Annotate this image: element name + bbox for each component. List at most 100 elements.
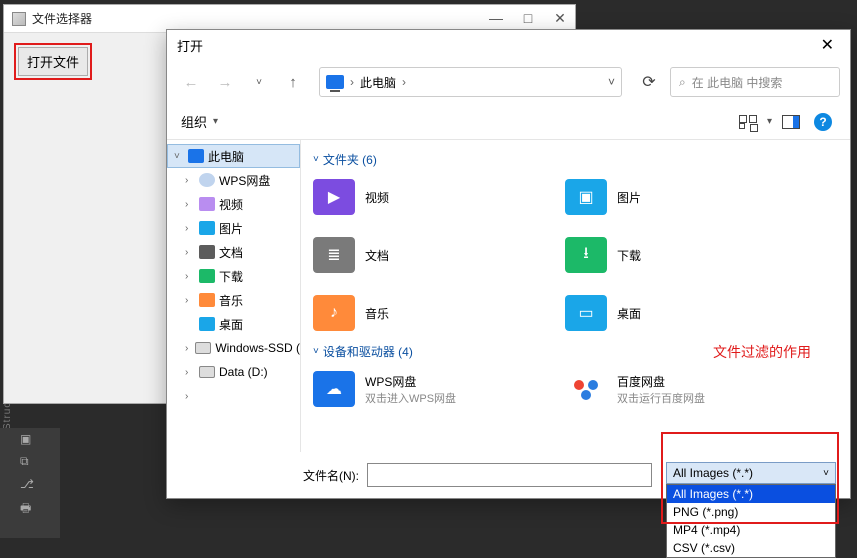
picture-icon: ▣ bbox=[565, 179, 607, 215]
tree-item-data[interactable]: ›Data (D:) bbox=[167, 360, 300, 384]
breadcrumb-sep2: › bbox=[402, 75, 406, 89]
view-mode-button[interactable] bbox=[735, 109, 761, 135]
tree-root-this-pc[interactable]: ˅ 此电脑 bbox=[167, 144, 300, 168]
video-icon: ▶ bbox=[313, 179, 355, 215]
filename-input[interactable] bbox=[367, 463, 652, 487]
tree-item-label: Windows-SSD ( bbox=[215, 341, 300, 355]
desktop-icon bbox=[199, 317, 215, 331]
folder-documents[interactable]: ≣ 文档 bbox=[313, 230, 565, 280]
chevron-right-icon[interactable]: › bbox=[185, 271, 195, 282]
tree-item-label: 文档 bbox=[219, 244, 243, 261]
chevron-right-icon[interactable]: › bbox=[185, 175, 195, 186]
ide-icon-problems[interactable]: ⧉ bbox=[20, 454, 60, 469]
download-icon: ⭳ bbox=[565, 237, 607, 273]
chevron-right-icon[interactable]: › bbox=[185, 367, 195, 378]
refresh-button[interactable]: ⟳ bbox=[634, 67, 664, 97]
chevron-down-icon[interactable]: ˅ bbox=[823, 468, 829, 479]
chevron-right-icon[interactable]: › bbox=[185, 343, 191, 354]
tree-item-label: 视频 bbox=[219, 196, 243, 213]
chevron-down-icon[interactable]: ˅ bbox=[313, 154, 319, 165]
filter-selected[interactable]: All Images (*.*) ˅ bbox=[666, 462, 836, 484]
tree-item-wps[interactable]: ›WPS网盘 bbox=[167, 168, 300, 192]
nav-forward-button[interactable]: → bbox=[211, 68, 239, 96]
minimize-button[interactable]: — bbox=[489, 10, 503, 27]
filter-option[interactable]: CSV (*.csv) bbox=[667, 539, 835, 557]
filter-option[interactable]: MP4 (*.mp4) bbox=[667, 521, 835, 539]
device-baidu[interactable]: 百度网盘双击运行百度网盘 bbox=[565, 364, 817, 414]
nav-recent-dropdown[interactable]: ˅ bbox=[245, 68, 273, 96]
nav-up-button[interactable]: ↑ bbox=[279, 68, 307, 96]
chevron-down-icon[interactable]: ˅ bbox=[313, 346, 319, 357]
nav-back-button[interactable]: ← bbox=[177, 68, 205, 96]
preview-pane-button[interactable] bbox=[778, 109, 804, 135]
section-folders-label: 文件夹 (6) bbox=[323, 151, 377, 168]
dialog-main: ˅ 此电脑 ›WPS网盘 › 视频 ›图片 › 文档 › 下载 › 音乐 桌面 › Win… bbox=[167, 140, 850, 452]
document-icon bbox=[199, 245, 215, 259]
filter-dropdown-list[interactable]: All Images (*.*) PNG (*.png) MP4 (*.mp4)… bbox=[666, 484, 836, 558]
pc-icon bbox=[326, 75, 344, 89]
device-label: 百度网盘 bbox=[617, 373, 705, 390]
file-open-dialog: 打开 ✕ ← → ˅ ↑ › 此电脑 › ˅ ⟳ ⌕ 在 此电脑 中搜索 组织 … bbox=[166, 29, 851, 499]
wps-cloud-icon: ☁ bbox=[313, 371, 355, 407]
tree-item-ssd[interactable]: › Windows-SSD ( bbox=[167, 336, 300, 360]
tree-item-pictures[interactable]: ›图片 bbox=[167, 216, 300, 240]
device-sublabel: 双击运行百度网盘 bbox=[617, 390, 705, 406]
folder-pictures[interactable]: ▣图片 bbox=[565, 172, 817, 222]
file-type-filter[interactable]: All Images (*.*) ˅ All Images (*.*) PNG … bbox=[666, 462, 836, 558]
picture-icon bbox=[199, 221, 215, 235]
maximize-button[interactable]: □ bbox=[521, 10, 535, 27]
dialog-titlebar: 打开 ✕ bbox=[167, 30, 850, 60]
chevron-right-icon[interactable]: › bbox=[185, 247, 195, 258]
tree-item-label: 音乐 bbox=[219, 292, 243, 309]
folder-label: 下载 bbox=[617, 247, 641, 264]
tree-item-music[interactable]: › 音乐 bbox=[167, 288, 300, 312]
tree-root-label: 此电脑 bbox=[208, 148, 244, 165]
view-mode-dropdown-icon[interactable]: ▾ bbox=[767, 116, 772, 127]
open-file-button[interactable]: 打开文件 bbox=[18, 47, 88, 76]
tree-item-downloads[interactable]: › 下载 bbox=[167, 264, 300, 288]
drive-icon bbox=[199, 366, 215, 378]
organize-menu[interactable]: 组织 bbox=[181, 112, 207, 131]
folder-video[interactable]: ▶视频 bbox=[313, 172, 565, 222]
filter-option[interactable]: All Images (*.*) bbox=[667, 485, 835, 503]
content-pane[interactable]: ˅文件夹 (6) ▶视频 ▣图片 ≣文档 ⭳下载 ♪音乐 ▭桌面 ˅设备和驱动器… bbox=[301, 140, 850, 452]
tree-item-label: 桌面 bbox=[219, 316, 243, 333]
chevron-right-icon[interactable]: › bbox=[185, 199, 195, 210]
device-wps[interactable]: ☁ WPS网盘双击进入WPS网盘 bbox=[313, 364, 565, 414]
folder-label: 文档 bbox=[365, 247, 389, 264]
ide-icon-print[interactable]: 🖶 bbox=[20, 499, 60, 520]
tree-item-desktop[interactable]: 桌面 bbox=[167, 312, 300, 336]
ide-icon-git[interactable]: ⎇ bbox=[20, 477, 60, 491]
music-icon: ♪ bbox=[313, 295, 355, 331]
dialog-toolbar: 组织 ▾ ▾ ? bbox=[167, 104, 850, 140]
close-button[interactable]: ✕ bbox=[553, 10, 567, 27]
breadcrumb-location[interactable]: 此电脑 bbox=[360, 74, 396, 91]
music-icon bbox=[199, 293, 215, 307]
section-folders-header[interactable]: ˅ 文件夹 (6) bbox=[313, 146, 838, 172]
ide-icon-terminal[interactable]: ▣ bbox=[20, 432, 60, 446]
dialog-title: 打开 bbox=[177, 36, 815, 55]
folder-desktop[interactable]: ▭桌面 bbox=[565, 288, 817, 338]
cloud-icon bbox=[199, 173, 215, 187]
help-button[interactable]: ? bbox=[810, 109, 836, 135]
document-icon: ≣ bbox=[313, 237, 355, 273]
breadcrumb-sep: › bbox=[350, 75, 354, 89]
dialog-close-button[interactable]: ✕ bbox=[815, 35, 840, 55]
chevron-right-icon[interactable]: › bbox=[185, 223, 195, 234]
tree-item-label: 下载 bbox=[219, 268, 243, 285]
folder-downloads[interactable]: ⭳ 下载 bbox=[565, 230, 817, 280]
folder-tree[interactable]: ˅ 此电脑 ›WPS网盘 › 视频 ›图片 › 文档 › 下载 › 音乐 桌面 › Win… bbox=[167, 140, 301, 452]
breadcrumb-dropdown-icon[interactable]: ˅ bbox=[608, 75, 615, 89]
chevron-right-icon[interactable]: › bbox=[185, 295, 195, 306]
tree-item-more[interactable]: › bbox=[167, 384, 300, 408]
chevron-down-icon[interactable]: ˅ bbox=[174, 151, 184, 162]
folder-music[interactable]: ♪音乐 bbox=[313, 288, 565, 338]
breadcrumb[interactable]: › 此电脑 › ˅ bbox=[319, 67, 622, 97]
organize-dropdown-icon[interactable]: ▾ bbox=[213, 116, 218, 127]
tree-item-documents[interactable]: › 文档 bbox=[167, 240, 300, 264]
chevron-right-icon[interactable]: › bbox=[185, 391, 195, 402]
filter-option[interactable]: PNG (*.png) bbox=[667, 503, 835, 521]
tree-item-video[interactable]: › 视频 bbox=[167, 192, 300, 216]
pc-icon bbox=[188, 149, 204, 163]
search-input[interactable]: ⌕ 在 此电脑 中搜索 bbox=[670, 67, 840, 97]
